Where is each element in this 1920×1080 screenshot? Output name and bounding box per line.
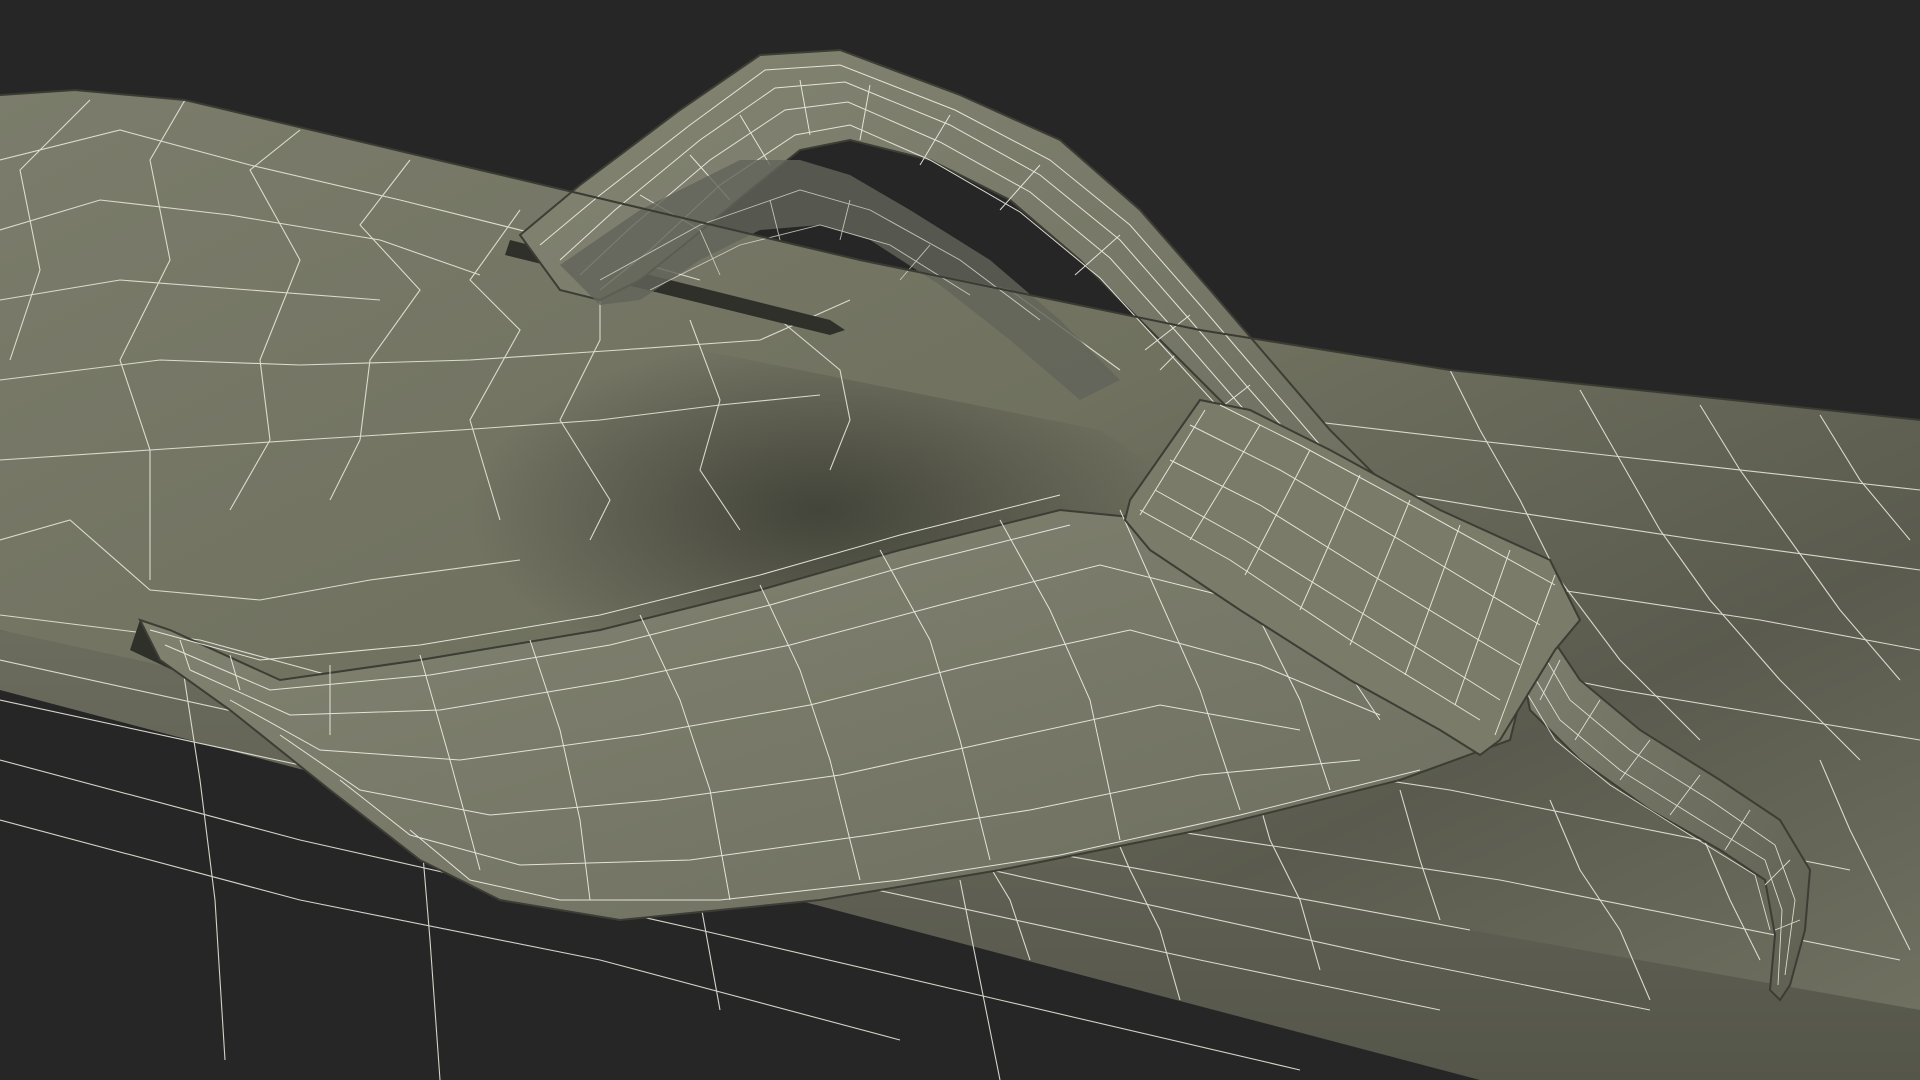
wireframe-render-canvas: [0, 48, 1920, 1080]
